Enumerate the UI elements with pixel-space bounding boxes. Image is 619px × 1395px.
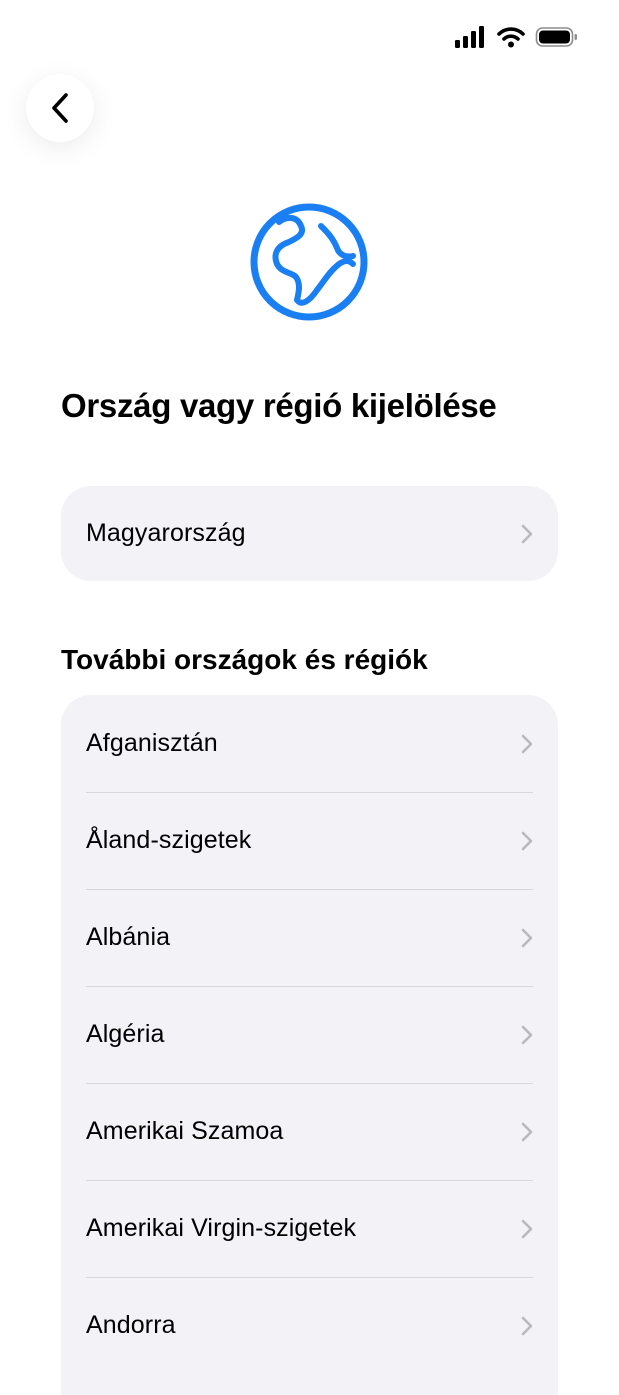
country-label: Algéria xyxy=(86,1020,165,1048)
chevron-left-icon xyxy=(52,93,68,123)
country-label: Albánia xyxy=(86,923,171,951)
country-row-amerikai-szamoa[interactable]: Amerikai Szamoa xyxy=(61,1083,558,1180)
back-button[interactable] xyxy=(26,74,94,142)
country-label: Afganisztán xyxy=(86,729,218,757)
country-label: Åland-szigetek xyxy=(86,826,252,854)
globe-icon xyxy=(250,203,368,321)
chevron-right-icon xyxy=(521,524,533,543)
country-row-aland-szigetek[interactable]: Åland-szigetek xyxy=(61,792,558,889)
status-icons xyxy=(455,26,579,48)
status-bar xyxy=(0,0,619,80)
chevron-right-icon xyxy=(521,928,533,947)
country-row-afganisztan[interactable]: Afganisztán xyxy=(61,695,558,792)
chevron-right-icon xyxy=(521,1025,533,1044)
country-row-albania[interactable]: Albánia xyxy=(61,889,558,986)
country-label: Amerikai Szamoa xyxy=(86,1117,284,1145)
battery-icon xyxy=(535,27,577,47)
country-label: Amerikai Virgin-szigetek xyxy=(86,1214,357,1242)
chevron-right-icon xyxy=(521,831,533,850)
section-title: További országok és régiók xyxy=(61,644,428,675)
country-list: Afganisztán Åland-szigetek Albánia Algér… xyxy=(61,695,558,1395)
country-label: Andorra xyxy=(86,1311,176,1339)
wifi-icon xyxy=(497,27,525,48)
country-row-amerikai-virgin-szigetek[interactable]: Amerikai Virgin-szigetek xyxy=(61,1180,558,1277)
selected-country-label: Magyarország xyxy=(86,519,246,547)
page-title: Ország vagy régió kijelölése xyxy=(61,387,497,424)
country-row-algeria[interactable]: Algéria xyxy=(61,986,558,1083)
signal-icon xyxy=(455,26,484,48)
country-row-andorra[interactable]: Andorra xyxy=(61,1277,558,1374)
selected-country-card: Magyarország xyxy=(61,486,558,581)
chevron-right-icon xyxy=(521,1122,533,1141)
selected-country-row[interactable]: Magyarország xyxy=(61,486,558,581)
chevron-right-icon xyxy=(521,1219,533,1238)
chevron-right-icon xyxy=(521,734,533,753)
chevron-right-icon xyxy=(521,1316,533,1335)
